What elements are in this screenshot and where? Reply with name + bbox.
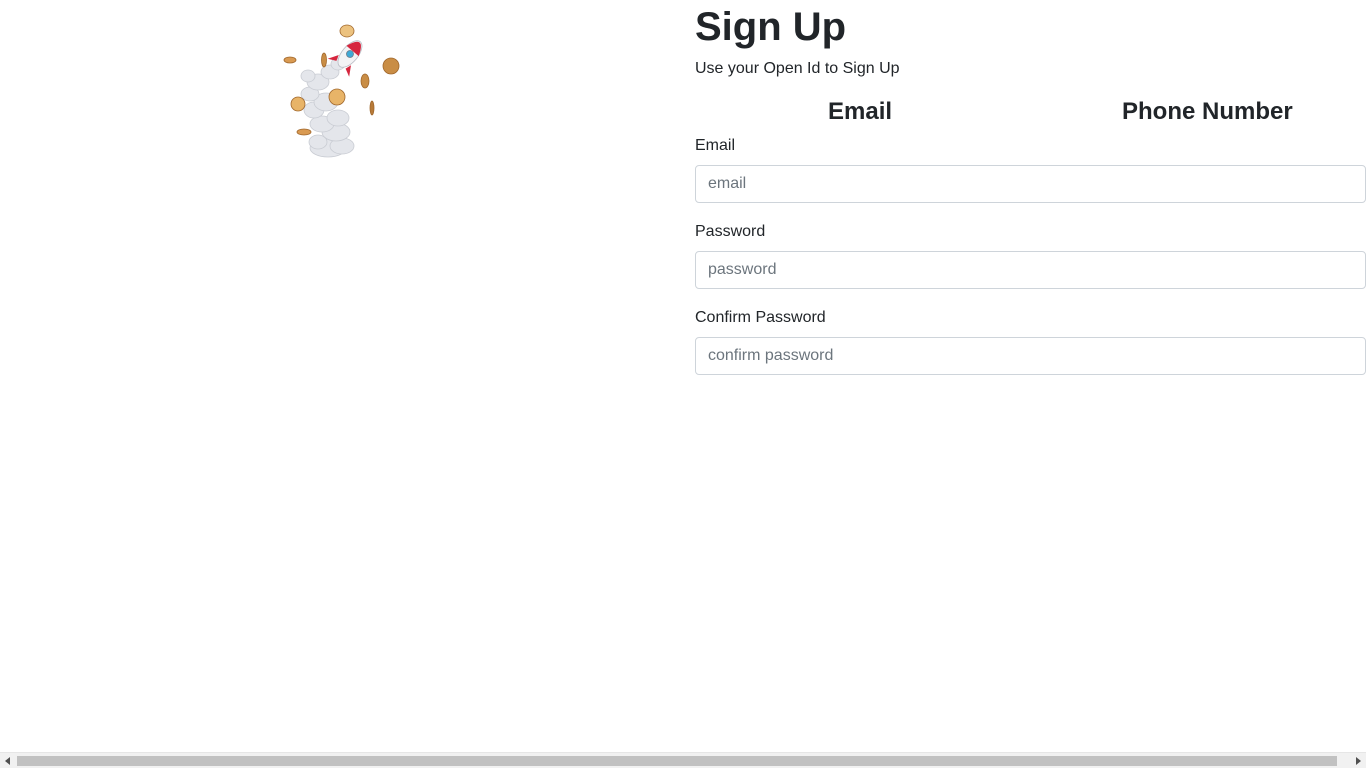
confirm-password-label: Confirm Password	[695, 309, 826, 326]
password-input[interactable]	[695, 251, 1366, 289]
illustration-pane	[0, 0, 683, 752]
rocket-coins-illustration	[283, 24, 400, 158]
email-input[interactable]	[695, 165, 1366, 203]
page-subtitle: Use your Open Id to Sign Up	[695, 60, 900, 77]
page-title: Sign Up	[695, 5, 847, 49]
horizontal-scrollbar[interactable]	[0, 752, 1366, 768]
smoke-trail	[300, 57, 355, 158]
triangle-left-icon	[5, 756, 10, 765]
scrollbar-thumb[interactable]	[17, 756, 1337, 766]
confirm-password-input[interactable]	[695, 337, 1366, 375]
signup-page: Sign Up Use your Open Id to Sign Up Emai…	[0, 0, 1366, 768]
password-label: Password	[695, 223, 766, 240]
email-label: Email	[695, 137, 736, 154]
triangle-right-icon	[1356, 756, 1361, 765]
scroll-left-button[interactable]	[0, 753, 16, 768]
signup-method-tabs: Email Phone Number	[695, 95, 1366, 129]
tab-phone-number[interactable]: Phone Number	[1122, 95, 1293, 129]
tab-email[interactable]: Email	[828, 95, 892, 129]
scroll-right-button[interactable]	[1350, 753, 1366, 768]
